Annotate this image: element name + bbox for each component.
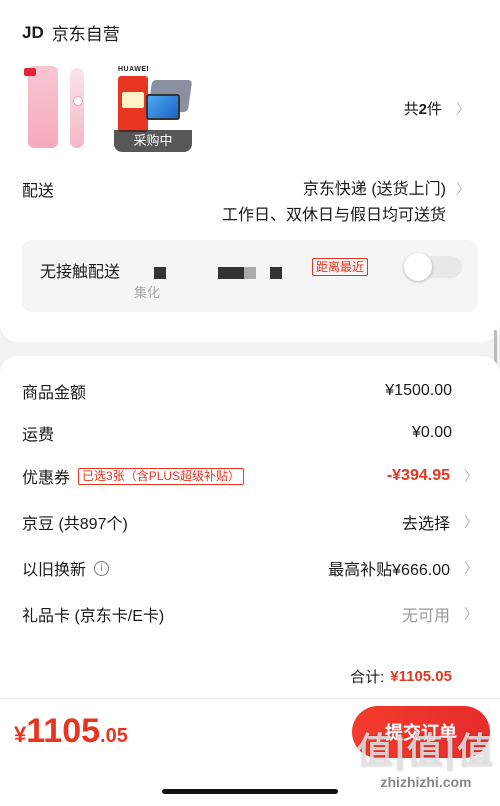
summary-row-shipping: 运费 ¥0.00 [22,418,478,448]
toothbrush-image [70,68,84,148]
promo-banner-image [118,76,148,132]
redacted-block [270,267,282,279]
no-contact-delivery-box: 无接触配送 集化 距离最近 [22,240,478,312]
product-thumb-huawei-tablet[interactable]: HUAWEI 采购中 [114,62,192,152]
price-decimal: .05 [100,725,128,747]
trade-in-label: 以旧换新 [22,562,87,579]
divider [0,698,500,699]
order-top-card: JD 京东自营 HUAWEI 采购中 共2件 〉 配送 京东快递 (送货上门) … [0,0,500,342]
jd-beans-value: 去选择 [401,516,450,533]
trade-in-value: 最高补贴¥666.00 [328,562,450,579]
chevron-right-icon: 〉 [456,101,470,118]
shipping-label: 运费 [22,427,55,444]
summary-row-jd-beans[interactable]: 京豆 (共897个) 去选择 〉 [22,507,478,537]
gift-card-label: 礼品卡 (京东卡/E卡) [22,608,165,625]
coupon-discount-value: -¥394.95 [386,467,450,484]
no-contact-delivery-label: 无接触配送 [40,264,121,281]
jd-beans-label: 京豆 (共897个) [22,516,128,533]
redacted-block [218,267,244,279]
no-contact-toggle[interactable] [404,253,462,281]
summary-row-trade-in[interactable]: 以旧换新 i 最高补贴¥666.00 〉 [22,553,478,583]
shop-name: 京东自营 [51,25,120,44]
info-icon[interactable]: i [94,560,110,576]
huawei-brand-text: HUAWEI [118,66,149,73]
toggle-knob [404,253,432,281]
coupon-selected-tag: 已选3张（含PLUS超级补贴） [78,467,245,485]
chevron-right-icon: 〉 [464,515,478,531]
total-row: 合计: ¥1105.05 [350,666,452,687]
shipping-value: ¥0.00 [411,424,452,441]
total-label: 合计: [350,669,385,686]
chevron-right-icon: 〉 [464,561,478,577]
watermark-logo: 值|值|值 [356,730,496,771]
home-indicator[interactable] [162,789,338,794]
delivery-method: 京东快递 (送货上门) [302,181,446,198]
goods-amount-label: 商品金额 [22,385,87,402]
chevron-right-icon: 〉 [464,607,478,623]
watermark-url: zhizhizhi.com [380,774,472,790]
product-count-row[interactable]: 共2件 〉 [404,98,470,119]
total-value: ¥1105.05 [390,668,452,685]
summary-row-gift-card[interactable]: 礼品卡 (京东卡/E卡) 无可用 〉 [22,599,478,629]
delivery-label: 配送 [22,183,55,200]
delivery-schedule: 工作日、双休日与假日均可送货 [221,207,446,224]
gift-card-value: 无可用 [401,608,450,625]
delivery-info[interactable]: 京东快递 (送货上门) 〉 工作日、双休日与假日均可送货 [222,177,470,229]
price-integer: 1105 [26,712,101,750]
faint-text: 集化 [134,285,161,300]
goods-amount-value: ¥1500.00 [385,382,452,399]
purchasing-status-badge: 采购中 [114,130,192,152]
summary-row-coupon[interactable]: 优惠券 已选3张（含PLUS超级补贴） -¥394.95 〉 [22,461,478,491]
jd-logo: JD [22,22,44,42]
price-currency: ¥ [14,722,27,747]
product-count: 共2件 [403,101,442,118]
redacted-block [244,267,256,279]
site-watermark: 值|值|值 zhizhizhi.com [356,722,496,802]
shop-header: JD 京东自营 [22,20,120,45]
coupon-label: 优惠券 [22,470,71,487]
nearest-distance-tag: 距离最近 [312,258,369,276]
payable-price: ¥ 1105 .05 [14,712,128,751]
chevron-right-icon: 〉 [456,182,470,198]
summary-row-goods-amount: 商品金额 ¥1500.00 [22,376,478,406]
toothbrush-box-image [24,66,58,148]
chevron-right-icon: 〉 [464,469,478,485]
product-thumb-toothbrush[interactable] [22,62,100,152]
product-thumbnails[interactable]: HUAWEI 采购中 [22,62,192,152]
redacted-block [154,267,166,279]
tablet-front-image [146,94,180,120]
